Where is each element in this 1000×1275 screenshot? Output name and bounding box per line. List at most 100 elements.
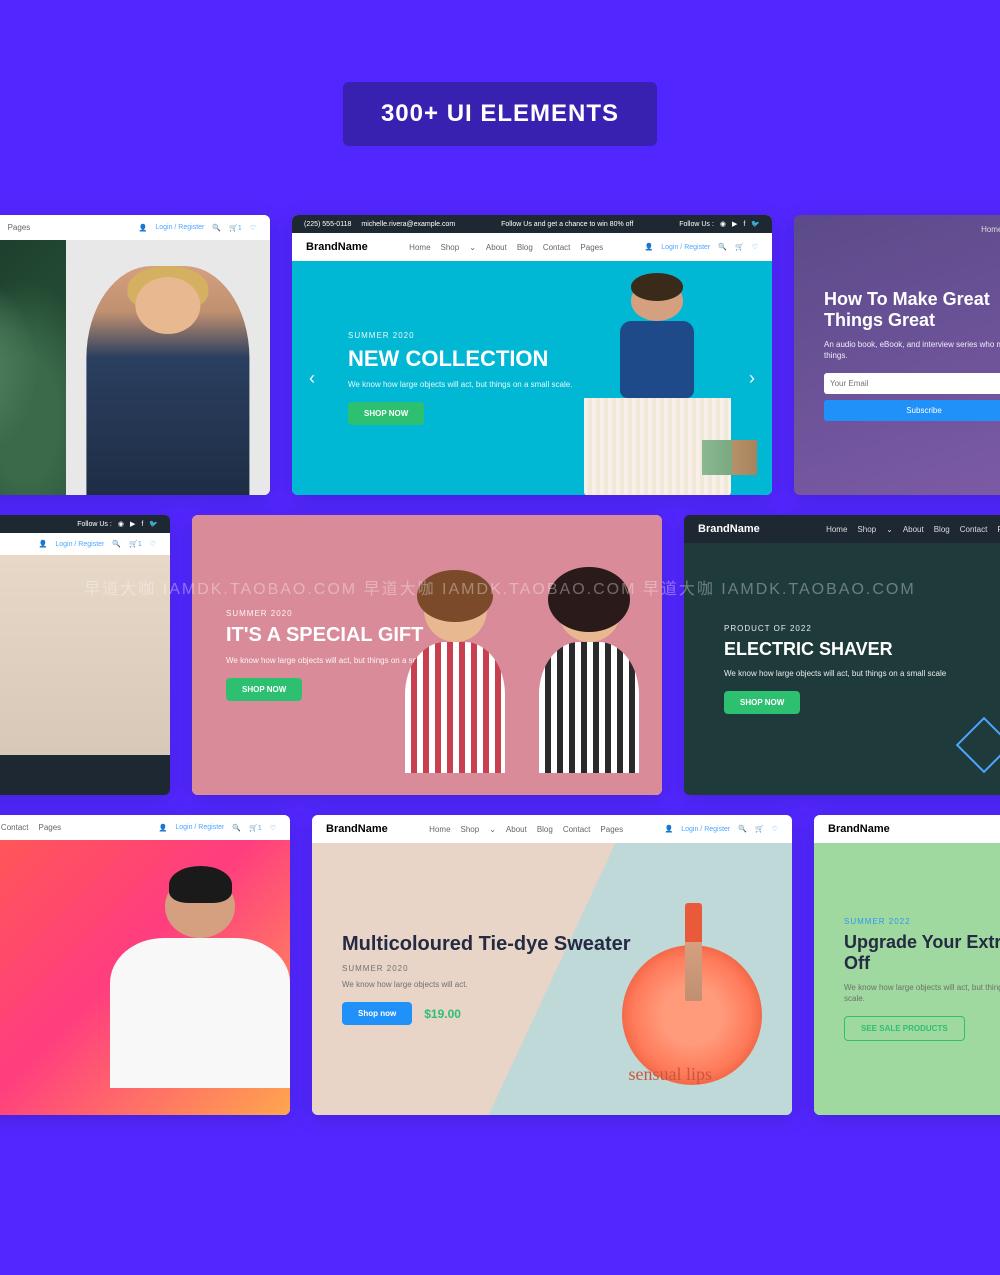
nav-about[interactable]: About	[903, 525, 924, 534]
template-card-6: BrandName Home Shop⌄ About Blog Contact …	[684, 515, 1000, 795]
nav-about[interactable]: About	[486, 243, 507, 252]
youtube-icon[interactable]: ▶	[130, 520, 135, 528]
nav-about[interactable]: About	[506, 825, 527, 834]
nav-pages[interactable]: Pages	[600, 825, 623, 834]
email-input[interactable]	[824, 373, 1000, 394]
hero-image-leaves	[0, 240, 66, 495]
navbar: About Blog Contact Pages 👤 Login / Regis…	[0, 815, 290, 840]
cart-icon[interactable]: 🛒	[755, 825, 764, 833]
subtitle: An audio book, eBook, and interview seri…	[824, 339, 1000, 361]
nav-shop[interactable]: Shop	[857, 525, 876, 534]
brand-logo[interactable]: BrandName	[326, 823, 388, 835]
nav-shop[interactable]: Shop	[461, 825, 480, 834]
hero: ion	[0, 840, 290, 1115]
user-icon: 👤	[159, 824, 168, 832]
row-1: Blog Contact Pages 👤 Login / Register 🔍 …	[0, 215, 1000, 495]
wish-icon[interactable]: ♡	[270, 824, 276, 832]
facebook-icon[interactable]: f	[141, 521, 143, 528]
brand-logo[interactable]: BrandName	[698, 523, 760, 535]
nav-contact[interactable]: Contact	[563, 825, 591, 834]
search-icon[interactable]: 🔍	[112, 540, 121, 548]
models-figure	[382, 565, 662, 795]
navbar: BrandName Home Shop⌄ About Blog Contact …	[312, 815, 792, 843]
headline: ELECTRIC SHAVER	[724, 639, 1000, 660]
nav-contact[interactable]: Contact	[543, 243, 571, 252]
model-figure	[86, 266, 249, 496]
template-card-7: About Blog Contact Pages 👤 Login / Regis…	[0, 815, 290, 1115]
subtitle: We know how large objects will act, but …	[844, 982, 1000, 1004]
shop-now-button[interactable]: SHOP NOW	[348, 402, 424, 425]
hero-image-model	[66, 240, 270, 495]
hero: PRODUCT OF 2022 ELECTRIC SHAVER We know …	[684, 543, 1000, 795]
template-card-5: BrandName Home Shop⌄ About Blog Contact …	[192, 515, 662, 795]
cart-icon[interactable]: 🛒1	[129, 540, 142, 548]
hero: How To Make Great Things Great An audio …	[794, 215, 1000, 495]
nav-pages[interactable]: Pages	[580, 243, 603, 252]
chevron-down-icon: ⌄	[469, 243, 476, 252]
eyebrow: PRODUCT OF 2022	[724, 624, 1000, 633]
instagram-icon[interactable]: ◉	[118, 520, 124, 528]
cart-icon[interactable]: 🛒	[735, 243, 744, 251]
user-icon: 👤	[39, 540, 48, 548]
nav-home[interactable]: Home	[826, 525, 847, 534]
diamond-decoration	[956, 717, 1000, 774]
user-icon: 👤	[665, 825, 674, 833]
wish-icon[interactable]: ♡	[752, 243, 758, 251]
shop-now-button[interactable]: Shop now	[342, 1002, 412, 1025]
login-link[interactable]: Login / Register	[661, 244, 710, 251]
login-link[interactable]: Login / Register	[55, 541, 104, 548]
eyebrow: SUMMER 2022	[844, 917, 1000, 926]
template-card-4: off Follow Us : ◉ ▶ f 🐦 👤 Login / Regist…	[0, 515, 170, 795]
navbar: BrandName Home	[814, 815, 1000, 843]
title-badge: 300+ UI ELEMENTS	[343, 82, 657, 146]
prev-arrow[interactable]: ‹	[302, 363, 322, 393]
followus-label: Follow Us :	[77, 521, 112, 528]
template-card-2: (225) 555-0118 michelle.rivera@example.c…	[292, 215, 772, 495]
nav-blog[interactable]: Blog	[537, 825, 553, 834]
nav-shop[interactable]: Shop	[441, 243, 460, 252]
user-icon: 👤	[645, 243, 654, 251]
navbar: BrandName Home Shop⌄ About Blog Contact …	[684, 515, 1000, 543]
cart-icon[interactable]: 🛒1	[249, 824, 262, 832]
brand-logo[interactable]: BrandName	[828, 823, 890, 835]
nav-contact[interactable]: Contact	[1, 823, 29, 832]
subscribe-button[interactable]: Subscribe	[824, 400, 1000, 421]
nav-contact[interactable]: Contact	[960, 525, 988, 534]
wish-icon[interactable]: ♡	[150, 540, 156, 548]
nav-home[interactable]: Home	[429, 825, 450, 834]
model-figure	[552, 275, 762, 495]
nav-blog[interactable]: Blog	[934, 525, 950, 534]
twitter-icon[interactable]: 🐦	[149, 520, 158, 528]
wish-icon[interactable]: ♡	[772, 825, 778, 833]
shop-now-button[interactable]: SHOP NOW	[226, 678, 302, 701]
template-card-8: BrandName Home Shop⌄ About Blog Contact …	[312, 815, 792, 1115]
login-link[interactable]: Login / Register	[175, 824, 224, 831]
template-card-1: Blog Contact Pages 👤 Login / Register 🔍 …	[0, 215, 270, 495]
subtitle: We know how large objects will act, but …	[724, 668, 1000, 679]
nav-home[interactable]: Home	[409, 243, 430, 252]
script-text: sensual lips	[629, 1064, 713, 1085]
price-text: $19.00	[424, 1007, 461, 1021]
topbar: off Follow Us : ◉ ▶ f 🐦	[0, 515, 170, 533]
model-figure	[100, 865, 290, 1115]
chevron-down-icon: ⌄	[886, 525, 893, 534]
shop-now-button[interactable]: SHOP NOW	[724, 691, 800, 714]
template-card-9: BrandName Home SUMMER 2022 Upgrade Your …	[814, 815, 1000, 1115]
search-icon[interactable]: 🔍	[738, 825, 747, 833]
row-3: About Blog Contact Pages 👤 Login / Regis…	[0, 815, 1000, 1115]
search-icon[interactable]: 🔍	[232, 824, 241, 832]
hero-split	[0, 240, 270, 495]
hero-image-tapes	[0, 555, 170, 755]
login-link[interactable]: Login / Register	[681, 826, 730, 833]
nav-pages[interactable]: Pages	[39, 823, 62, 832]
chevron-down-icon: ⌄	[489, 825, 496, 834]
template-card-3: BrandName Home Product How To Make Great…	[794, 215, 1000, 495]
headline: How To Make Great Things Great	[824, 289, 1000, 330]
nav-blog[interactable]: Blog	[517, 243, 533, 252]
search-icon[interactable]: 🔍	[718, 243, 727, 251]
hero: SUMMER 2022 Upgrade Your Extra 50% Off W…	[814, 843, 1000, 1115]
sale-products-button[interactable]: SEE SALE PRODUCTS	[844, 1016, 965, 1041]
hero: SUMMER 2020 IT'S A SPECIAL GIFT We know …	[192, 515, 662, 795]
hero: ‹ › SUMMER 2020 NEW COLLECTION We know h…	[292, 261, 772, 495]
navbar: 👤 Login / Register 🔍 🛒1 ♡	[0, 533, 170, 555]
